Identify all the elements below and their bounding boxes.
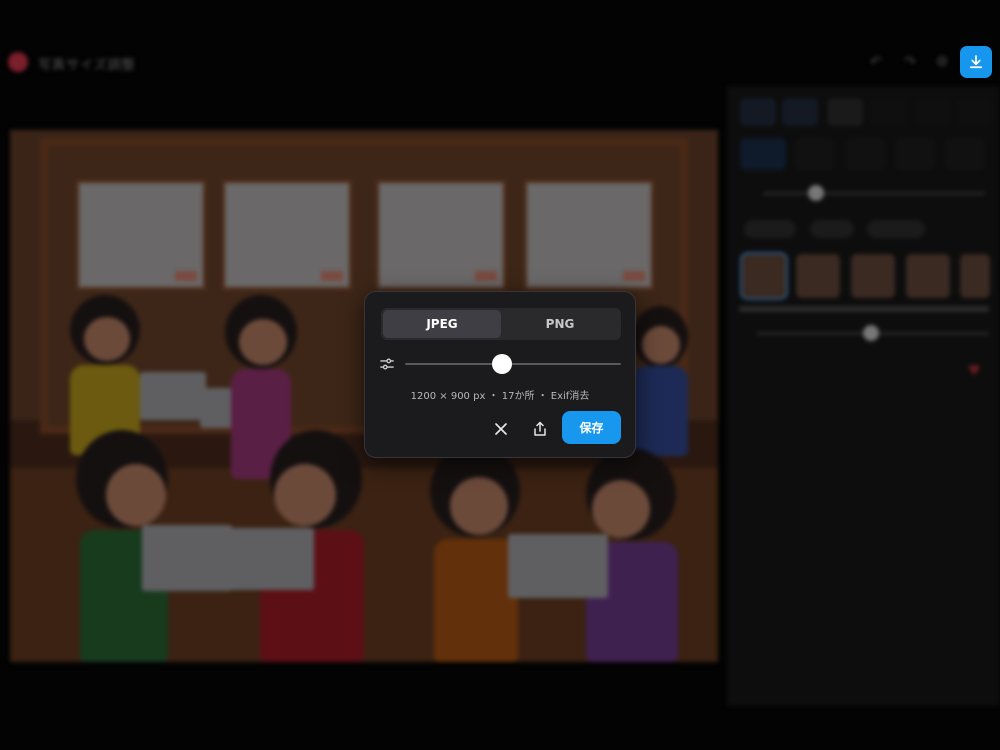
- app-logo: [8, 52, 28, 72]
- face-thumbnail[interactable]: [906, 254, 950, 298]
- heart-icon[interactable]: ♥: [968, 363, 981, 379]
- format-selector: JPEG PNG: [381, 308, 621, 340]
- download-icon: [969, 55, 983, 69]
- tool-button[interactable]: [782, 98, 818, 126]
- close-button[interactable]: [487, 415, 515, 443]
- format-jpeg-tab[interactable]: JPEG: [383, 310, 501, 338]
- photo-window: [376, 180, 506, 290]
- download-button[interactable]: [960, 46, 992, 78]
- photo-window: [524, 180, 654, 290]
- tool-button[interactable]: [827, 98, 863, 126]
- share-button[interactable]: [526, 415, 554, 443]
- filter-chip[interactable]: [744, 220, 796, 238]
- close-icon: [495, 423, 507, 435]
- quality-slider[interactable]: [405, 363, 621, 365]
- blurred-book: [508, 534, 608, 598]
- tool-button[interactable]: [740, 98, 776, 126]
- face-thumbnail[interactable]: [960, 254, 990, 298]
- tool-button[interactable]: [795, 138, 835, 170]
- save-button[interactable]: 保存: [562, 411, 621, 444]
- brush-size-handle[interactable]: [808, 185, 824, 201]
- tool-button[interactable]: [915, 98, 951, 126]
- blurred-book: [142, 525, 232, 591]
- quality-slider-handle[interactable]: [492, 354, 513, 374]
- brush-size-slider[interactable]: [763, 192, 985, 195]
- thumbnail-scrollbar[interactable]: [739, 306, 989, 312]
- tool-button[interactable]: [870, 98, 906, 126]
- export-dialog: JPEG PNG 1200 × 900 px ・ 17か所 ・ Exif消去 保…: [364, 291, 636, 458]
- brush-tool-button[interactable]: [740, 138, 786, 170]
- tool-button[interactable]: [845, 138, 885, 170]
- tool-panel: ♥: [727, 86, 1000, 706]
- filter-chip[interactable]: [867, 220, 925, 238]
- export-info: 1200 × 900 px ・ 17か所 ・ Exif消去: [410, 391, 590, 402]
- tool-button[interactable]: [895, 138, 935, 170]
- photo-window: [76, 180, 206, 290]
- face-thumbnail[interactable]: [796, 254, 840, 298]
- top-bar: 写真サイズ調整 ↶ ↷ ⚙: [0, 40, 1000, 86]
- face-thumbnail[interactable]: [851, 254, 895, 298]
- redo-icon[interactable]: ↷: [902, 54, 918, 70]
- tool-button[interactable]: [945, 138, 985, 170]
- photo-window: [222, 180, 352, 290]
- blurred-book: [222, 528, 314, 590]
- sliders-icon: [380, 358, 394, 370]
- tool-button[interactable]: [957, 98, 993, 126]
- settings-icon[interactable]: ⚙: [934, 54, 950, 70]
- face-thumbnail[interactable]: [740, 252, 788, 300]
- filter-chip[interactable]: [810, 220, 854, 238]
- share-icon: [534, 421, 546, 436]
- blurred-book: [140, 372, 206, 420]
- undo-icon[interactable]: ↶: [868, 54, 884, 70]
- format-png-tab[interactable]: PNG: [501, 310, 619, 338]
- app-title: 写真サイズ調整: [38, 58, 136, 73]
- strength-handle[interactable]: [863, 325, 879, 341]
